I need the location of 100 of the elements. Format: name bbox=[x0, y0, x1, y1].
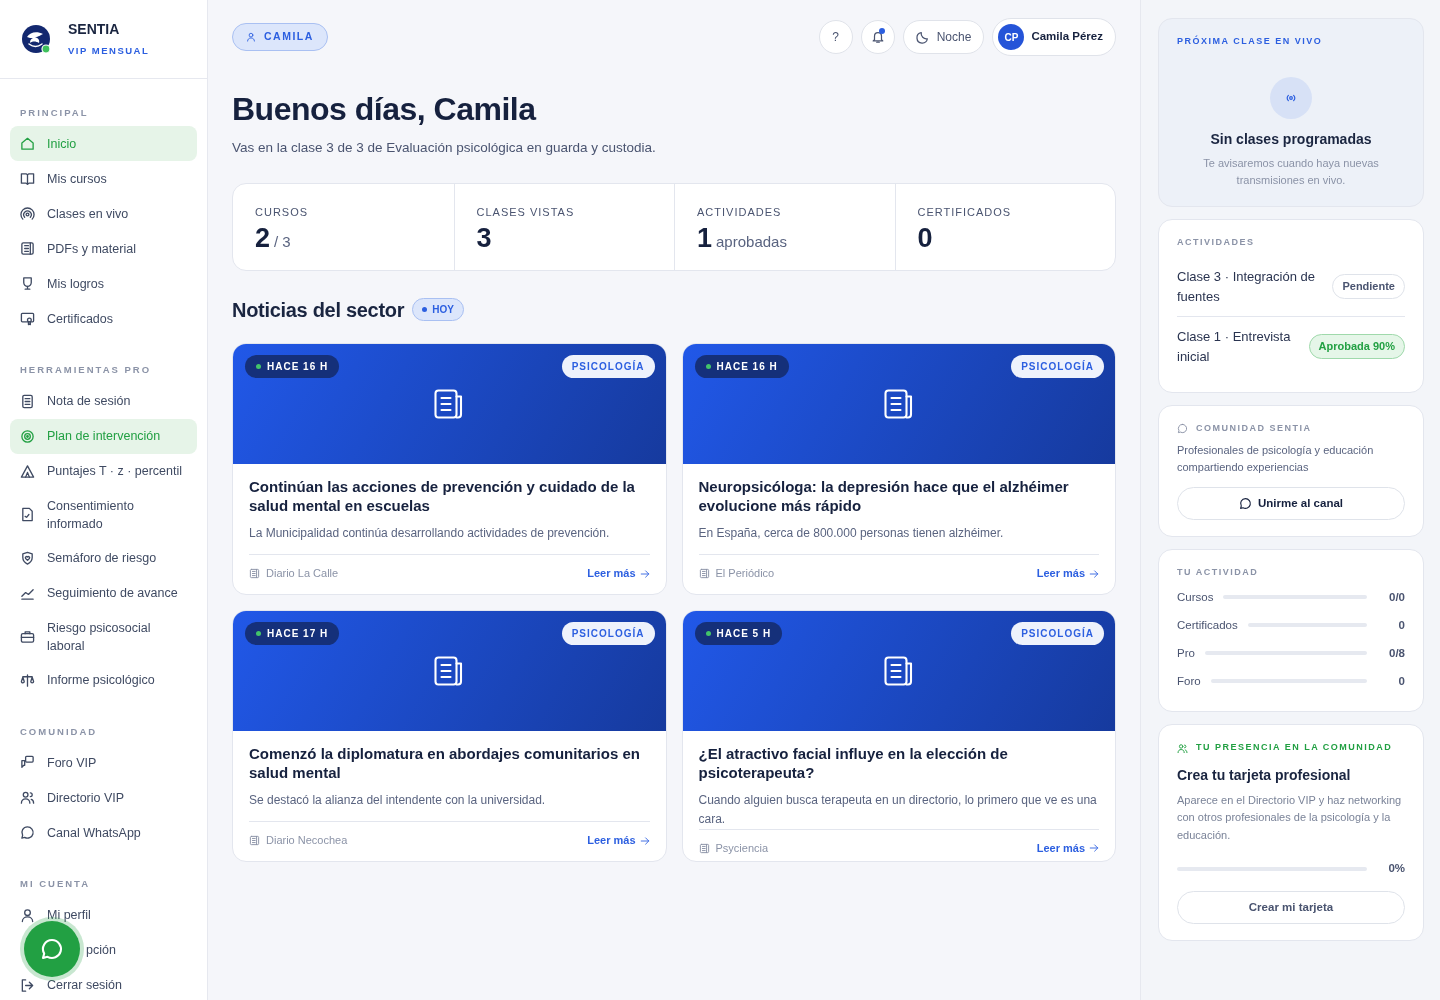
sidebar-item[interactable]: Consentimiento informado bbox=[10, 488, 197, 541]
theme-button[interactable]: Noche bbox=[902, 20, 985, 54]
moon-icon bbox=[915, 30, 930, 44]
card-title: ACTIVIDADES bbox=[1177, 235, 1256, 249]
sidebar-item[interactable]: Clases en vivo bbox=[10, 196, 197, 232]
sidebar-item[interactable]: pción bbox=[10, 932, 197, 968]
card-title: TU PRESENCIA EN LA COMUNIDAD bbox=[1196, 741, 1393, 755]
chat-bubble-icon bbox=[1239, 496, 1252, 510]
sidebar-item[interactable]: Mis cursos bbox=[10, 161, 197, 197]
stat-value: 2 bbox=[255, 224, 271, 254]
card-title: COMUNIDAD SENTIA bbox=[1196, 422, 1312, 436]
news-summary: Cuando alguien busca terapeuta en un directorio, lo primero que ve es una cara. bbox=[698, 791, 1098, 828]
news-title: Comenzó la diplomatura en abordajes comunitarios en salud mental bbox=[249, 743, 641, 783]
sidebar-item[interactable]: PDFs y material bbox=[10, 231, 197, 267]
news-title: Continúan las acciones de prevención y cuidado de la salud mental en escuelas bbox=[249, 476, 636, 516]
plan-label: VIP MENSUAL bbox=[68, 44, 150, 59]
section-heading: COMUNIDAD bbox=[19, 725, 99, 739]
user-name: Camila Pérez bbox=[1031, 29, 1103, 45]
sidebar-item[interactable]: Canal WhatsApp bbox=[10, 815, 197, 851]
arrow-icon bbox=[1089, 568, 1099, 579]
document-icon bbox=[20, 241, 35, 257]
section-heading: PRINCIPAL bbox=[19, 106, 90, 120]
stat-value: 3 bbox=[476, 224, 492, 254]
brand-name: SENTIA bbox=[68, 20, 121, 40]
sidebar-item[interactable]: Certificados bbox=[10, 301, 197, 337]
time-badge: HACE 16 H bbox=[694, 354, 789, 378]
stat-suffix: aprobadas bbox=[716, 234, 787, 251]
read-more-link[interactable]: Leer más bbox=[587, 832, 650, 849]
stat-label: ACTIVIDADES bbox=[697, 204, 783, 220]
activity-title: Clase 3 · Integración de fuentes bbox=[1177, 268, 1317, 306]
card-text: Aparece en el Directorio VIP y haz networking con otros profesionales de la psicología y la educación. bbox=[1177, 792, 1403, 844]
row-label: Foro bbox=[1177, 673, 1201, 689]
sidebar-item[interactable]: Nota de sesión bbox=[10, 383, 197, 419]
stat-value: 1 bbox=[697, 224, 713, 254]
greeting-subtitle: Vas en la clase 3 de 3 de Evaluación psicológica en guarda y custodia. bbox=[232, 139, 657, 158]
sidebar-item[interactable]: Riesgo psicosocial laboral bbox=[10, 610, 197, 663]
users-icon bbox=[20, 790, 35, 806]
section-heading: HERRAMIENTAS PRO bbox=[19, 363, 153, 378]
card-heading: Crea tu tarjeta profesional bbox=[1177, 765, 1352, 785]
read-more-link[interactable]: Leer más bbox=[1036, 565, 1099, 582]
shield-heart-icon bbox=[20, 550, 35, 566]
sidebar-item[interactable]: Seguimiento de avance bbox=[10, 575, 197, 611]
bell-icon bbox=[870, 30, 885, 44]
document-icon bbox=[698, 842, 710, 854]
sidebar-item[interactable]: Puntajes T · z · percentil bbox=[10, 453, 197, 489]
file-icon bbox=[20, 507, 35, 523]
logout-icon bbox=[20, 977, 35, 993]
target-icon bbox=[20, 428, 35, 444]
arrow-icon bbox=[1089, 843, 1099, 854]
today-badge: HOY bbox=[412, 298, 464, 322]
news-title: ¿El atractivo facial influye en la elección de psicoterapeuta? bbox=[698, 743, 1009, 783]
stat-label: CLASES VISTAS bbox=[476, 204, 576, 220]
sidebar-item[interactable]: Cerrar sesión bbox=[10, 967, 197, 1000]
sidebar-item[interactable]: Informe psicológico bbox=[10, 663, 197, 698]
broadcast-icon bbox=[20, 206, 35, 222]
activity-title: Clase 1 · Entrevista inicial bbox=[1177, 328, 1292, 366]
row-value: 0 bbox=[1397, 617, 1405, 633]
progress-value: 0% bbox=[1387, 861, 1405, 877]
row-value: 0/8 bbox=[1388, 645, 1405, 661]
greeting-title: Buenos días, Camila bbox=[232, 90, 538, 129]
user-menu[interactable]: CP Camila Pérez bbox=[992, 18, 1116, 56]
document-icon bbox=[249, 835, 260, 847]
sidebar-item[interactable]: Directorio VIP bbox=[10, 780, 197, 816]
read-more-link[interactable]: Leer más bbox=[1036, 840, 1099, 857]
help-button[interactable]: ? bbox=[818, 20, 853, 54]
avatar: CP bbox=[998, 24, 1025, 50]
arrow-icon bbox=[639, 568, 650, 579]
trophy-icon bbox=[20, 276, 35, 292]
create-card-button[interactable]: Crear mi tarjeta bbox=[1177, 890, 1405, 924]
empty-text: Te avisaremos cuando haya nuevas transmisiones en vivo. bbox=[1202, 155, 1380, 189]
chat-bubble-icon bbox=[1177, 423, 1188, 435]
chat-bubble-icon bbox=[20, 825, 35, 841]
sidebar-item[interactable]: Mis logros bbox=[10, 266, 197, 302]
news-summary: En España, cerca de 800.000 personas tienen alzhéimer. bbox=[698, 524, 1005, 542]
sidebar-item[interactable]: Mi perfil bbox=[10, 897, 197, 933]
stat-value: 0 bbox=[917, 224, 933, 254]
notification-button[interactable] bbox=[860, 20, 895, 54]
scale-icon bbox=[20, 673, 35, 688]
news-source: Diario La Calle bbox=[266, 566, 339, 582]
join-button[interactable]: Unirme al canal bbox=[1177, 486, 1405, 520]
user-icon bbox=[246, 32, 256, 42]
document-icon bbox=[249, 568, 260, 580]
category-badge: PSICOLOGÍA bbox=[561, 621, 655, 645]
stat-label: CERTIFICADOS bbox=[917, 204, 1013, 220]
book-icon bbox=[20, 171, 35, 187]
category-badge: PSICOLOGÍA bbox=[1011, 621, 1104, 645]
stat-suffix: / 3 bbox=[274, 234, 291, 251]
sidebar-item[interactable]: Semáforo de riesgo bbox=[10, 540, 197, 576]
chat-icon bbox=[20, 755, 35, 771]
row-value: 0/0 bbox=[1388, 589, 1405, 605]
user-chip[interactable]: CAMILA bbox=[232, 23, 328, 51]
section-title: Noticias del sector bbox=[232, 297, 405, 323]
stat-label: CURSOS bbox=[255, 204, 310, 220]
news-source: Diario Necochea bbox=[266, 833, 348, 849]
read-more-link[interactable]: Leer más bbox=[587, 565, 650, 582]
sidebar-item[interactable]: Foro VIP bbox=[10, 745, 197, 781]
category-badge: PSICOLOGÍA bbox=[561, 354, 655, 378]
users-icon bbox=[1177, 742, 1188, 754]
category-badge: PSICOLOGÍA bbox=[1011, 354, 1104, 378]
time-badge: HACE 16 H bbox=[245, 354, 340, 378]
